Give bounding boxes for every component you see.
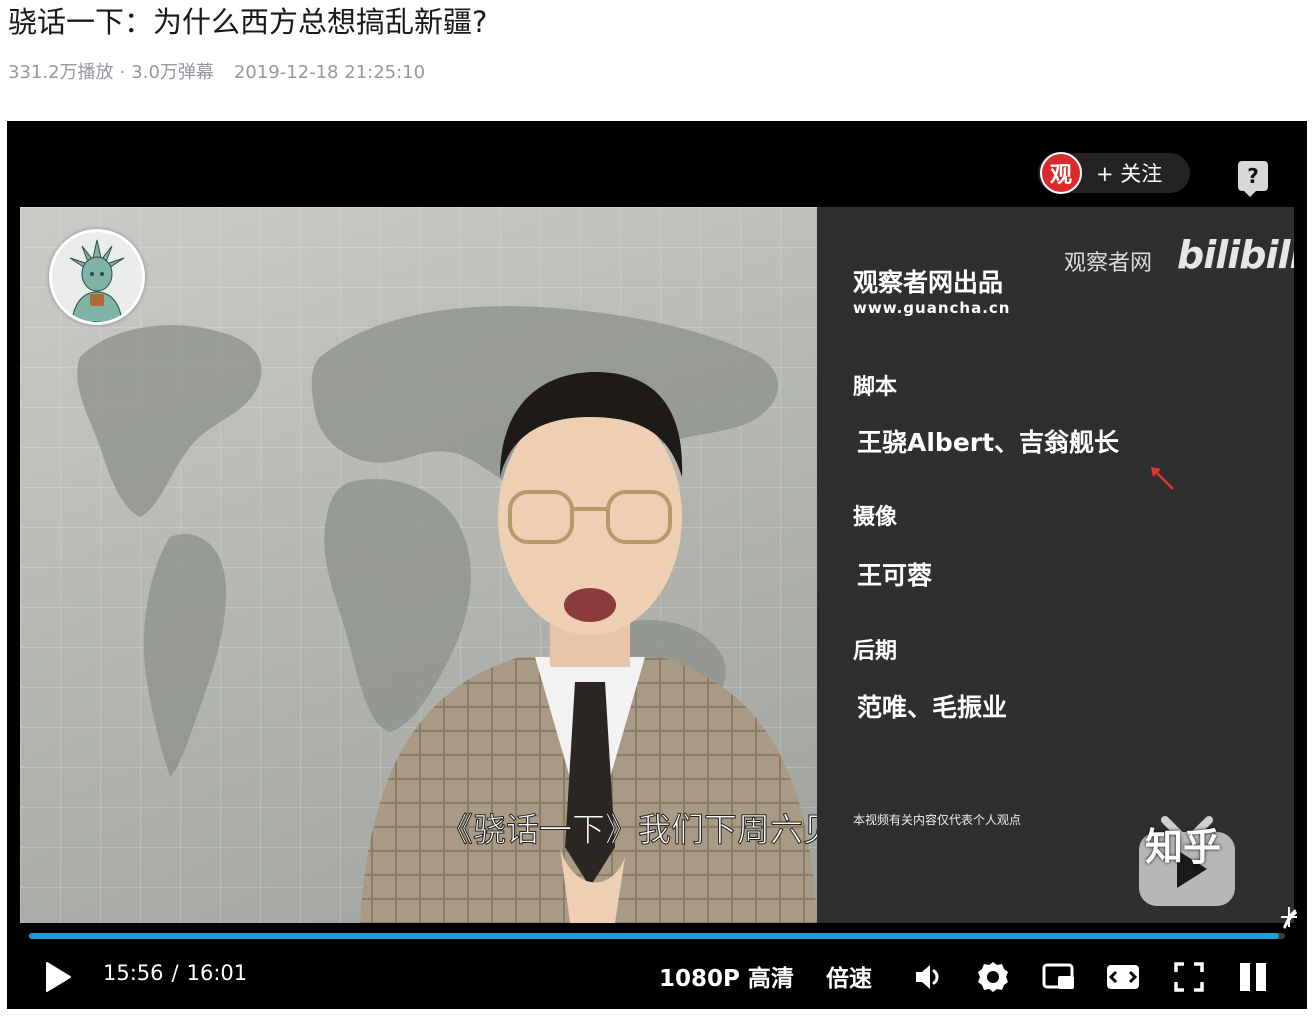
statue-of-liberty-logo — [49, 229, 145, 325]
current-time: 15:56 — [103, 961, 164, 985]
bilibili-logo: bilibili — [1177, 233, 1294, 277]
credits-disclaimer: 本视频有关内容仅代表个人观点 — [853, 813, 1022, 827]
credits-post-names: 范唯、毛振业 — [857, 693, 1008, 722]
danmaku-count: 3.0万弹幕 — [131, 62, 214, 83]
red-arrow-icon — [1151, 467, 1174, 490]
picture-in-picture-button[interactable] — [1041, 959, 1077, 995]
play-icon — [46, 962, 71, 992]
video-meta: 331.2万播放 · 3.0万弹幕 2019-12-18 21:25:10 — [8, 60, 425, 86]
help-icon[interactable]: ? — [1238, 161, 1268, 197]
fullscreen-button[interactable] — [1171, 959, 1207, 995]
fullscreen-web-button[interactable] — [1235, 959, 1271, 995]
credits-camera-names: 王可蓉 — [857, 561, 933, 590]
progress-fill — [29, 933, 1279, 939]
speed-button[interactable]: 倍速 — [826, 959, 872, 993]
progress-handle-icon[interactable] — [1277, 901, 1301, 931]
credits-url: www.guancha.cn — [853, 299, 1011, 317]
follow-button[interactable]: 观 + 关注 — [1038, 152, 1190, 194]
time-display: 15:56 / 16:01 — [103, 961, 247, 985]
credits-producer: 观察者网出品 — [853, 268, 1004, 297]
credits-brand: 观察者网 — [1064, 251, 1153, 276]
picture-in-picture-icon — [1042, 963, 1074, 989]
volume-icon — [916, 965, 939, 989]
meta-separator: · — [119, 62, 126, 83]
quality-button[interactable]: 1080P 高清 — [659, 959, 794, 993]
video-player[interactable]: 观 + 关注 ? 《骁话一下》我们下周六见 观察者网 bilibili 观察者网… — [7, 121, 1307, 1009]
duration: 16:01 — [186, 961, 248, 985]
credits-script-names: 王骁Albert、吉翁舰长 — [857, 428, 1120, 457]
video-subtitle: 《骁话一下》我们下周六见 — [440, 810, 818, 850]
widescreen-icon — [1107, 965, 1139, 989]
zhihu-watermark: 知乎 — [1145, 825, 1222, 869]
fullscreen-web-icon — [1240, 963, 1266, 991]
video-scene: 《骁话一下》我们下周六见 — [20, 207, 817, 923]
play-count: 331.2万播放 — [8, 62, 114, 83]
channel-logo: 观 — [1040, 152, 1082, 194]
video-frame[interactable]: 《骁话一下》我们下周六见 观察者网 bilibili 观察者网出品 www.gu… — [20, 207, 1294, 923]
progress-bar[interactable] — [29, 933, 1285, 939]
settings-icon — [978, 962, 1008, 992]
settings-button[interactable] — [975, 959, 1011, 995]
credits-script-role: 脚本 — [853, 375, 898, 400]
widescreen-button[interactable] — [1105, 959, 1141, 995]
fullscreen-icon — [1174, 962, 1204, 992]
credits-camera-role: 摄像 — [853, 505, 898, 530]
volume-button[interactable] — [910, 959, 946, 995]
follow-label: + 关注 — [1096, 162, 1163, 186]
play-button[interactable] — [43, 959, 77, 995]
credits-post-role: 后期 — [853, 639, 898, 664]
player-controls: 15:56 / 16:01 1080P 高清 倍速 — [7, 951, 1307, 1007]
time-separator: / — [171, 961, 179, 985]
video-title: 骁话一下：为什么西方总想搞乱新疆? — [8, 5, 488, 39]
publish-date: 2019-12-18 21:25:10 — [233, 62, 426, 83]
